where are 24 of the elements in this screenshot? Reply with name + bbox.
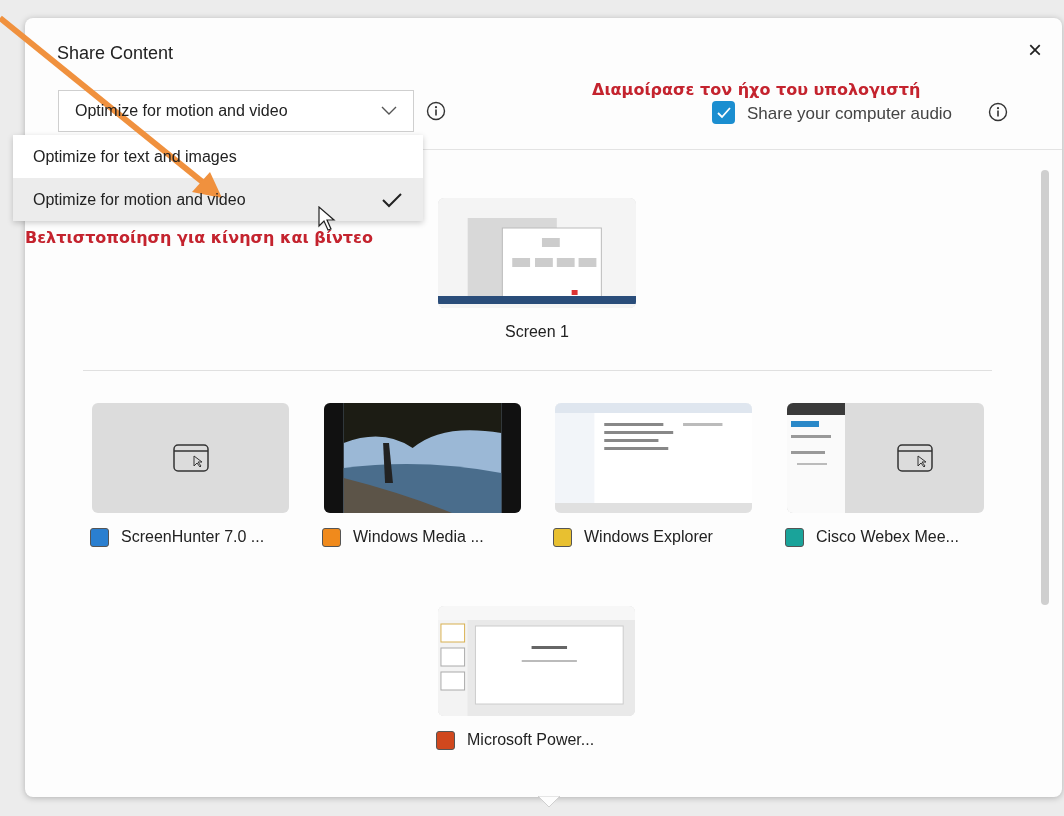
scrollbar[interactable]: [1041, 170, 1049, 605]
info-icon[interactable]: [988, 102, 1008, 122]
app-label: Cisco Webex Mee...: [816, 527, 959, 547]
dialog-title: Share Content: [57, 42, 174, 65]
app-label: ScreenHunter 7.0 ...: [121, 527, 265, 547]
window-thumbnail[interactable]: [787, 403, 984, 513]
caret-icon: [381, 106, 397, 116]
annotation-text: Διαμοίρασε τον ήχο του υπολογιστή: [592, 79, 921, 101]
app-label: Windows Explorer: [584, 527, 713, 547]
window-thumbnail[interactable]: [92, 403, 289, 513]
window-icon: [172, 444, 209, 472]
annotation-text: Βελτιστοποίηση για κίνηση και βίντεο: [25, 227, 373, 249]
close-button[interactable]: ×: [1028, 38, 1042, 62]
info-icon[interactable]: [426, 101, 446, 121]
menu-item[interactable]: Optimize for motion and video: [13, 178, 423, 221]
checkmark-icon: [715, 105, 732, 120]
app-label: Microsoft Power...: [467, 730, 595, 750]
audio-label: Share your computer audio: [747, 103, 953, 125]
checkmark-icon: [381, 191, 403, 208]
window-icon: [896, 444, 933, 472]
app-label: Windows Media ...: [353, 527, 484, 547]
audio-checkbox[interactable]: [712, 101, 735, 124]
cursor-icon: [318, 206, 336, 232]
screen-label: Screen 1: [503, 322, 570, 342]
